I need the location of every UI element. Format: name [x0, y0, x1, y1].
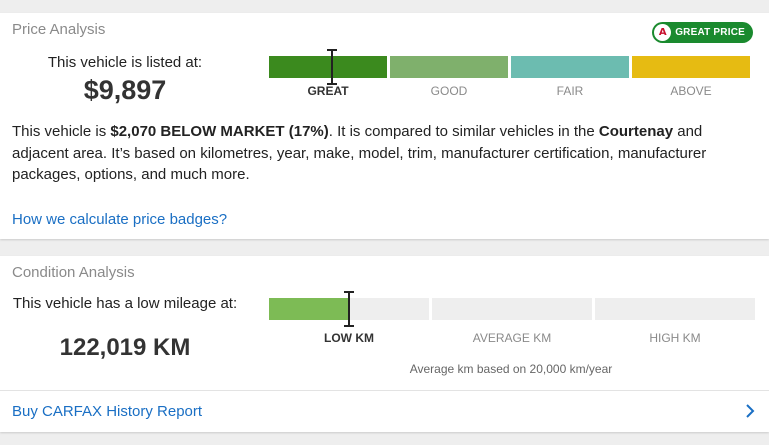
mileage-segment-high-km — [595, 298, 755, 320]
listed-price: $9,897 — [83, 75, 167, 105]
mileage-segment-label-average-km: AVERAGE KM — [472, 331, 552, 345]
mileage-segment-label-high-km: HIGH KM — [649, 331, 701, 345]
price-analysis-card: Price Analysis A GREAT PRICE This vehicl… — [0, 13, 769, 239]
desc-mid: . It is compared to similar vehicles in … — [328, 123, 599, 140]
price-segment-label-above: ABOVE — [670, 84, 712, 98]
condition-analysis-title: Condition Analysis — [12, 264, 135, 281]
price-badges-link[interactable]: How we calculate price badges? — [12, 211, 227, 228]
desc-prefix: This vehicle is — [12, 123, 111, 140]
price-gauge-labels: GREAT GOOD FAIR ABOVE — [269, 84, 750, 98]
price-segment-label-good: GOOD — [430, 84, 468, 98]
buy-carfax-link[interactable]: Buy CARFAX History Report — [12, 403, 202, 420]
average-km-note: Average km based on 20,000 km/year — [409, 362, 613, 376]
badge-text: GREAT PRICE — [675, 27, 745, 38]
price-segment-great — [269, 56, 387, 78]
price-marker — [327, 49, 337, 85]
price-segment-label-fair: FAIR — [556, 84, 584, 98]
desc-city: Courtenay — [598, 123, 674, 140]
below-market-amount: $2,070 BELOW MARKET (17%) — [110, 123, 329, 140]
price-analysis-title: Price Analysis — [12, 21, 106, 38]
price-segment-label-great: GREAT — [307, 84, 349, 98]
mileage-gauge-labels: LOW KM AVERAGE KM HIGH KM — [269, 331, 755, 345]
mileage-gauge-bar — [269, 291, 755, 327]
mileage-segment-low-km — [269, 291, 429, 327]
price-gauge-bar — [269, 49, 750, 85]
price-segment-good — [390, 56, 508, 78]
price-description: This vehicle is $2,070 BELOW MARKET (17%… — [12, 121, 757, 186]
price-segment-above — [632, 56, 750, 78]
mileage-fill — [269, 298, 349, 320]
carfax-logo-icon: A — [654, 24, 672, 41]
mileage-marker — [344, 291, 354, 327]
chevron-right-icon[interactable] — [745, 403, 755, 419]
condition-analysis-card: Condition Analysis This vehicle has a lo… — [0, 256, 769, 432]
listed-at-label: This vehicle is listed at: — [47, 54, 203, 71]
mileage-value: 122,019 KM — [59, 334, 191, 361]
great-price-badge: A GREAT PRICE — [652, 22, 753, 43]
buy-carfax-row[interactable]: Buy CARFAX History Report — [0, 390, 769, 432]
mileage-segment-label-low-km: LOW KM — [324, 331, 374, 345]
mileage-label: This vehicle has a low mileage at: — [12, 295, 238, 312]
price-segment-fair — [511, 56, 629, 78]
mileage-segment-average-km — [432, 298, 592, 320]
